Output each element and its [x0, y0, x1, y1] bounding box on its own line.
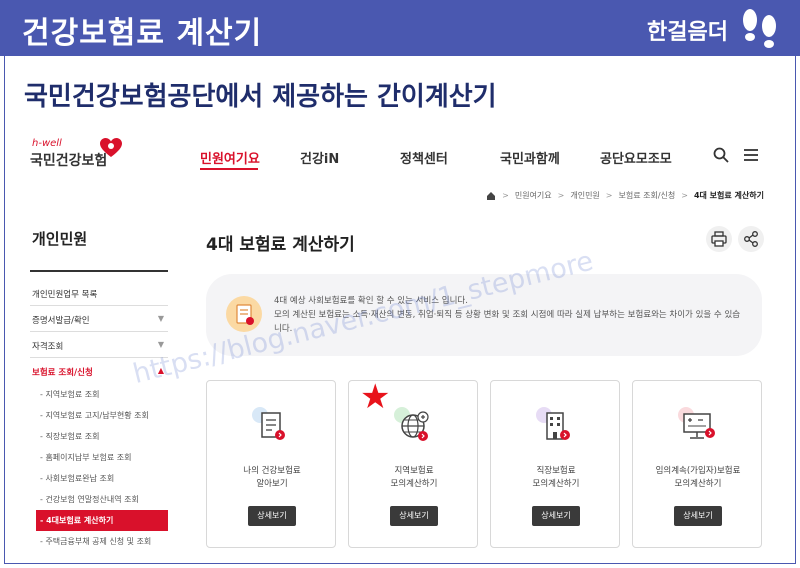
- detail-button[interactable]: 상세보기: [674, 506, 722, 526]
- highlight-star-icon: ★: [360, 377, 391, 417]
- sidebar-item-label: 증명서발급/확인: [32, 316, 90, 326]
- logo-name: 국민건강보험: [30, 153, 108, 169]
- sidebar-title: 개인민원: [32, 230, 88, 248]
- sidebar-submenu: - 지역보험료 조회 - 지역보험료 고지/납부현황 조회 - 직장보험료 조회…: [30, 384, 168, 552]
- website-screenshot: h-well 국민건강보험 민원여기요 건강iN 정책센터 국민과함께 공단요모…: [30, 128, 770, 564]
- sidebar-item-label: 개인민원업무 목록: [32, 290, 98, 300]
- card-label: 직장보험료 모의계산하기: [532, 466, 580, 489]
- breadcrumb-separator: >: [605, 191, 613, 200]
- brand-name: 한걸음더: [647, 20, 728, 45]
- nav-item-health-in[interactable]: 건강iN: [300, 148, 400, 167]
- slide: 건강보험료 계산기 한걸음더 국민건강보험공단에서 제공하는 간이계산기 h-w…: [0, 0, 800, 568]
- hamburger-menu-icon[interactable]: [742, 146, 760, 164]
- sidebar-item-certificates[interactable]: 증명서발급/확인 ▼: [30, 306, 168, 332]
- sidebar-subitem[interactable]: - 지역보험료 조회: [36, 384, 168, 405]
- card-label: 나의 건강보험료 알아보기: [243, 466, 301, 489]
- nhis-logo[interactable]: h-well 국민건강보험: [30, 138, 140, 178]
- breadcrumb-item[interactable]: 민원여기요: [515, 190, 552, 201]
- footprints-icon: [743, 9, 776, 48]
- breadcrumb-separator: >: [502, 191, 509, 200]
- slide-header: 건강보험료 계산기 한걸음더: [0, 0, 800, 56]
- main-nav: 민원여기요 건강iN 정책센터 국민과함께 공단요모조모: [200, 148, 700, 170]
- heart-icon: [100, 138, 122, 157]
- share-icon: [744, 231, 758, 247]
- sidebar-subitem[interactable]: - 직장보험료 조회: [36, 426, 168, 447]
- logo-tagline: h-well: [32, 138, 62, 149]
- notice-document-icon: [226, 296, 262, 332]
- sidebar-subitem[interactable]: - 건강보험 연말정산내역 조회: [36, 489, 168, 510]
- print-button[interactable]: [706, 226, 732, 252]
- info-notice: 4대 예상 사회보험료를 확인 할 수 있는 서비스 입니다. 모의 계산된 보…: [206, 274, 762, 356]
- notice-text: 4대 예상 사회보험료를 확인 할 수 있는 서비스 입니다. 모의 계산된 보…: [274, 294, 744, 336]
- nav-item-minwon[interactable]: 민원여기요: [200, 148, 300, 170]
- globe-icon: [394, 407, 429, 441]
- sidebar-subitem[interactable]: - 주택금융부채 공제 신청 및 조회: [36, 531, 168, 552]
- sidebar-item-premium-inquiry[interactable]: 보험료 조회/신청 ▲: [30, 358, 168, 384]
- home-icon[interactable]: [486, 191, 496, 201]
- sidebar-item-label: 자격조회: [32, 342, 64, 352]
- notice-line: 모의 계산된 보험료는 소득·재산의 변동, 취업·퇴직 등 상황 변화 및 조…: [274, 310, 741, 334]
- card-my-health-premium[interactable]: 나의 건강보험료 알아보기 상세보기: [206, 380, 336, 548]
- top-navigation: h-well 국민건강보험 민원여기요 건강iN 정책센터 국민과함께 공단요모…: [30, 128, 770, 184]
- search-icon[interactable]: [712, 146, 730, 164]
- nav-item-corporation-info[interactable]: 공단요모조모: [600, 148, 700, 167]
- sidebar-divider: [30, 270, 168, 272]
- sidebar-subitem[interactable]: - 지역보험료 고지/납부현황 조회: [36, 405, 168, 426]
- notice-line: 4대 예상 사회보험료를 확인 할 수 있는 서비스 입니다.: [274, 296, 468, 306]
- sidebar-menu: 개인민원업무 목록 증명서발급/확인 ▼ 자격조회 ▼ 보험료 조회/신청 ▲ …: [30, 280, 168, 552]
- sidebar-item-service-list[interactable]: 개인민원업무 목록: [30, 280, 168, 306]
- sidebar-subitem[interactable]: - 사회보험료완납 조회: [36, 468, 168, 489]
- building-icon: [536, 407, 570, 440]
- document-icon: [252, 407, 285, 440]
- calculator-monitor-icon: [678, 407, 715, 439]
- chevron-up-icon: ▲: [157, 366, 164, 375]
- card-label: 지역보험료 모의계산하기: [390, 466, 438, 489]
- nav-item-policy-center[interactable]: 정책센터: [400, 148, 500, 167]
- sidebar-subitem[interactable]: - 홈페이지납부 보험료 조회: [36, 447, 168, 468]
- slide-title: 건강보험료 계산기: [22, 16, 263, 51]
- print-icon: [711, 231, 727, 247]
- breadcrumb-separator: >: [557, 191, 565, 200]
- page-title: 4대 보험료 계산하기: [206, 235, 355, 255]
- chevron-down-icon: ▼: [157, 340, 164, 349]
- calculator-cards: 나의 건강보험료 알아보기 상세보기 지역보험료 모의계산하기 상세보기 직장보…: [206, 380, 766, 550]
- slide-subtitle: 국민건강보험공단에서 제공하는 간이계산기: [24, 82, 497, 112]
- detail-button[interactable]: 상세보기: [390, 506, 438, 526]
- breadcrumb-item[interactable]: 개인민원: [570, 190, 599, 201]
- sidebar-item-label: 보험료 조회/신청: [32, 368, 93, 378]
- card-workplace-premium[interactable]: 직장보험료 모의계산하기 상세보기: [490, 380, 620, 548]
- card-voluntary-premium[interactable]: 임의계속(가입자)보험료 모의계산하기 상세보기: [632, 380, 762, 548]
- sidebar: 개인민원 개인민원업무 목록 증명서발급/확인 ▼ 자격조회 ▼ 보험료 조회/…: [30, 214, 170, 564]
- detail-button[interactable]: 상세보기: [532, 506, 580, 526]
- breadcrumb-current: 4대 보험료 계산하기: [693, 191, 764, 200]
- share-button[interactable]: [738, 226, 764, 252]
- breadcrumb: > 민원여기요 > 개인민원 > 보험료 조회/신청 > 4대 보험료 계산하기: [486, 190, 764, 201]
- detail-button[interactable]: 상세보기: [248, 506, 296, 526]
- breadcrumb-separator: >: [681, 191, 688, 200]
- nav-item-with-citizens[interactable]: 국민과함께: [500, 148, 600, 167]
- sidebar-subitem-active[interactable]: - 4대보험료 계산하기: [36, 510, 168, 531]
- card-label: 임의계속(가입자)보험료 모의계산하기: [655, 466, 741, 489]
- chevron-down-icon: ▼: [157, 314, 164, 323]
- breadcrumb-item[interactable]: 보험료 조회/신청: [619, 190, 676, 201]
- sidebar-item-eligibility[interactable]: 자격조회 ▼: [30, 332, 168, 358]
